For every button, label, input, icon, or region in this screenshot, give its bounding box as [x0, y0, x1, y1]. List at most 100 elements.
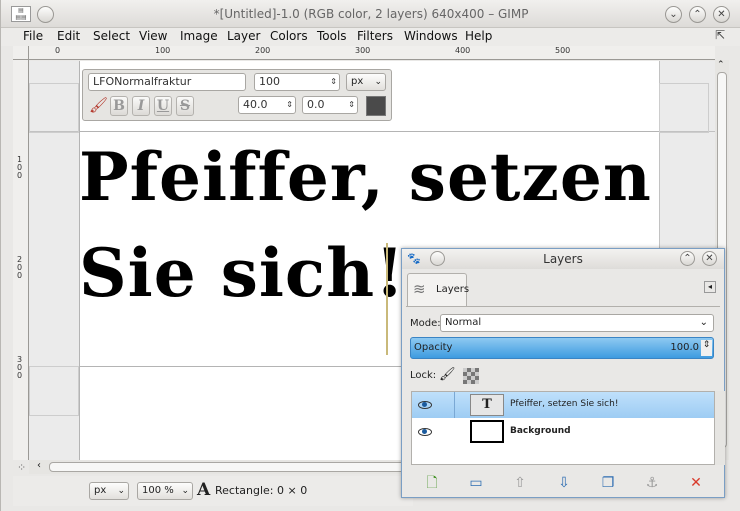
chevron-down-icon: ⌄ [117, 486, 125, 496]
visibility-eye-icon[interactable] [418, 401, 432, 409]
spin-arrows-icon[interactable]: ⇕ [286, 97, 293, 113]
ruler-tick: 1 0 0 [17, 155, 23, 180]
lock-pixels-icon[interactable]: 🖌 [439, 367, 456, 382]
ruler-tick: 200 [255, 46, 271, 55]
canvas-padding [29, 61, 79, 460]
text-tool-icon: A [197, 480, 211, 500]
unit-value: px [351, 76, 364, 87]
text-color-swatch[interactable] [366, 96, 386, 116]
font-name-field[interactable]: LFONormalfraktur [88, 73, 246, 91]
ruler-tick: 400 [455, 46, 471, 55]
layer-name: Pfeiffer, setzen Sie sich! [510, 399, 619, 409]
spin-arrows-icon[interactable]: ⇕ [701, 340, 712, 356]
menu-tools[interactable]: Tools [317, 28, 347, 46]
background-thumbnail [470, 420, 504, 443]
navigate-icon[interactable]: ⁘ [17, 461, 26, 474]
menu-windows[interactable]: Windows [404, 28, 458, 46]
lower-layer-icon[interactable]: ⇩ [553, 473, 575, 493]
menu-layer[interactable]: Layer [227, 28, 260, 46]
mode-select[interactable]: Normal ⌄ [440, 314, 714, 332]
font-size-value: 100 [259, 75, 280, 88]
menu-select[interactable]: Select [93, 28, 130, 46]
status-message: Rectangle: 0 × 0 [215, 484, 308, 497]
mode-label: Mode: [410, 318, 441, 329]
clear-style-icon[interactable]: 🖌 [89, 96, 109, 116]
tab-layers-label: Layers [436, 284, 470, 295]
scroll-up-icon[interactable]: ⌃ [717, 60, 725, 70]
line-spacing-field[interactable]: 0.0 ⇕ [302, 96, 358, 114]
tab-divider [406, 306, 720, 307]
menu-edit[interactable]: Edit [57, 28, 80, 46]
layer-row[interactable]: T Pfeiffer, setzen Sie sich! [412, 392, 714, 418]
delete-layer-icon[interactable]: ✕ [685, 473, 707, 493]
menu-bar: File Edit Select View Image Layer Colors… [1, 28, 740, 46]
zoom-select[interactable]: 100 % ⌄ [137, 482, 193, 500]
horizontal-ruler[interactable]: 0 100 200 300 400 500 [29, 46, 715, 60]
status-unit-value: px [94, 485, 107, 496]
menu-help[interactable]: Help [465, 28, 492, 46]
indent-value: 40.0 [243, 98, 268, 111]
menu-file[interactable]: File [23, 28, 43, 46]
chain-toggle[interactable] [454, 392, 455, 418]
strikethrough-button[interactable]: S [176, 96, 194, 116]
zoom-value: 100 % [142, 485, 174, 496]
layers-dialog-title: Layers [543, 252, 583, 266]
bold-button[interactable]: B [110, 96, 128, 116]
menu-image[interactable]: Image [180, 28, 218, 46]
menu-filters[interactable]: Filters [357, 28, 393, 46]
dialog-close-button[interactable]: ✕ [702, 251, 717, 266]
anchor-layer-icon[interactable]: ⚓ [641, 473, 663, 493]
tab-layers[interactable]: ≋ Layers [407, 273, 470, 307]
spin-arrows-icon[interactable]: ⇕ [330, 74, 337, 90]
menu-overflow-icon[interactable]: ⇱ [715, 28, 725, 42]
status-unit-select[interactable]: px ⌄ [89, 482, 129, 500]
status-bar: px ⌄ 100 % ⌄ A Rectangle: 0 × 0 [13, 476, 413, 506]
close-button[interactable]: ✕ [713, 6, 730, 23]
layer-list-scrollbar[interactable] [715, 391, 725, 465]
ruler-tick: 2 0 0 [17, 255, 23, 280]
horizontal-scroll-thumb[interactable] [49, 462, 409, 472]
layer-list: T Pfeiffer, setzen Sie sich! Background [411, 391, 715, 465]
opacity-slider[interactable]: Opacity 100.0 ⇕ [410, 337, 714, 359]
ruler-corner[interactable] [13, 46, 29, 60]
font-size-field[interactable]: 100 ⇕ [254, 73, 340, 91]
menu-colors[interactable]: Colors [270, 28, 308, 46]
italic-button[interactable]: I [132, 96, 150, 116]
ruler-tick: 0 [55, 46, 61, 55]
new-layer-group-icon[interactable]: ▭ [465, 473, 487, 493]
new-layer-icon[interactable]: 🗋 [421, 473, 443, 493]
tab-menu-icon[interactable]: ◂ [704, 281, 716, 293]
ruler-tick: 100 [155, 46, 171, 55]
mode-value: Normal [445, 317, 482, 328]
ruler-tick: 3 0 0 [17, 355, 23, 380]
indent-field[interactable]: 40.0 ⇕ [238, 96, 296, 114]
ruler-tick: 500 [555, 46, 571, 55]
opacity-value: 100.0 [670, 342, 699, 353]
menu-view[interactable]: View [139, 28, 167, 46]
duplicate-layer-icon[interactable]: ❐ [597, 473, 619, 493]
layer-row[interactable]: Background [412, 419, 714, 445]
opacity-label: Opacity [414, 342, 453, 353]
raise-layer-icon[interactable]: ⇧ [509, 473, 531, 493]
spin-arrows-icon[interactable]: ⇕ [348, 97, 355, 113]
underline-button[interactable]: U [154, 96, 172, 116]
scroll-left-icon[interactable]: ‹ [37, 460, 41, 471]
visibility-eye-icon[interactable] [418, 428, 432, 436]
chevron-down-icon: ⌄ [181, 486, 189, 496]
maximize-button[interactable]: ⌃ [689, 6, 706, 23]
lock-alpha-icon[interactable] [463, 368, 479, 384]
layers-dialog: 🐾 Layers ⌃ ✕ ≋ Layers ◂ Mode: Normal ⌄ O… [401, 248, 725, 498]
vertical-ruler[interactable]: 1 0 0 2 0 0 3 0 0 [13, 60, 29, 460]
text-layer-thumbnail: T [470, 394, 504, 416]
text-cursor [386, 243, 388, 355]
dialog-minimize-button[interactable]: ⌃ [680, 251, 695, 266]
unit-select[interactable]: px ⌄ [346, 73, 386, 91]
lock-label: Lock: [410, 370, 437, 381]
layers-title-bar: 🐾 Layers ⌃ ✕ [402, 249, 724, 269]
title-bar: ▤ ▤▤ *[Untitled]-1.0 (RGB color, 2 layers… [1, 0, 740, 28]
layer-name: Background [510, 426, 571, 436]
text-tool-overlay: LFONormalfraktur 100 ⇕ px ⌄ 🖌 B I U S 40… [82, 69, 392, 121]
chevron-down-icon: ⌄ [699, 317, 708, 328]
layers-stack-icon: ≋ [413, 280, 426, 298]
minimize-button[interactable]: ⌄ [665, 6, 682, 23]
